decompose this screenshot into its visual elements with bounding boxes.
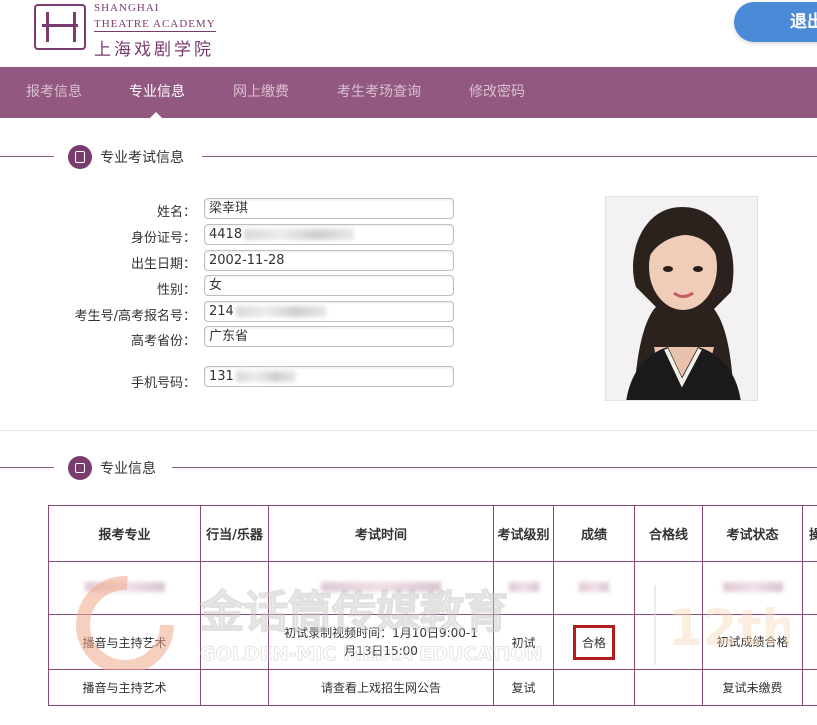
logo-english-line1: SHANGHAI <box>94 2 160 14</box>
id-number-value: 4418 <box>209 227 243 242</box>
label-id-number: 身份证号： <box>130 231 196 246</box>
cell-level <box>493 561 554 615</box>
cell-action[interactable] <box>802 669 817 706</box>
table-row: 播音与主持艺术 请查看上戏招生网公告 复试 复试未缴费 <box>48 669 817 706</box>
cell-score <box>553 669 635 706</box>
cell-instrument <box>200 561 269 615</box>
section-line-right <box>202 156 817 157</box>
section-line-left <box>0 467 54 468</box>
cell-status <box>702 561 803 615</box>
phone-field[interactable]: 131 <box>204 366 454 387</box>
cell-action[interactable] <box>802 614 817 670</box>
candidate-number-field[interactable]: 214 <box>204 301 454 322</box>
label-name: 姓名： <box>156 205 196 220</box>
col-header-exam-status: 考试状态 <box>702 505 803 562</box>
col-header-pass-line: 合格线 <box>634 505 703 562</box>
birth-date-field[interactable]: 2002-11-28 <box>204 250 454 271</box>
gender-value: 女 <box>209 278 223 293</box>
portrait-image <box>606 197 757 400</box>
academy-logo-icon <box>34 4 86 50</box>
major-info-table: 报考专业 行当/乐器 考试时间 考试级别 成绩 合格线 考试状态 操 播音与主持… <box>48 505 817 706</box>
nav-item-registration-info[interactable]: 报考信息 <box>26 67 82 118</box>
name-value: 梁幸琪 <box>209 201 249 216</box>
section-divider <box>0 430 817 431</box>
cell-instrument <box>200 614 269 670</box>
name-field[interactable]: 梁幸琪 <box>204 198 454 219</box>
logo-english-line2: THEATRE ACADEMY <box>94 18 216 32</box>
cell-exam-time <box>268 561 494 615</box>
nav-item-major-info[interactable]: 专业信息 <box>129 67 185 118</box>
section-title-major-info: 专业信息 <box>100 461 156 477</box>
cell-major <box>48 561 201 615</box>
section-line-left <box>0 156 54 157</box>
cell-score <box>553 561 635 615</box>
gender-field[interactable]: 女 <box>204 275 454 296</box>
section-title-exam-info: 专业考试信息 <box>100 150 184 166</box>
academy-logo-text: SHANGHAI THEATRE ACADEMY 上海戏剧学院 <box>94 2 216 60</box>
table-header-row: 报考专业 行当/乐器 考试时间 考试级别 成绩 合格线 考试状态 操 <box>48 505 817 562</box>
col-header-score: 成绩 <box>553 505 635 562</box>
id-card-icon <box>68 145 92 169</box>
candidate-number-value: 214 <box>209 304 234 319</box>
cell-score: 合格 <box>553 614 635 670</box>
province-value: 广东省 <box>209 329 249 344</box>
province-field[interactable]: 广东省 <box>204 326 454 347</box>
nav-item-online-payment[interactable]: 网上缴费 <box>233 67 289 118</box>
cell-pass-line <box>634 561 703 615</box>
nav-item-change-password[interactable]: 修改密码 <box>469 67 525 118</box>
cell-pass-line <box>634 669 703 706</box>
cell-status: 复试未缴费 <box>702 669 803 706</box>
cell-action[interactable] <box>802 561 817 615</box>
col-header-instrument: 行当/乐器 <box>200 505 269 562</box>
cell-level: 复试 <box>493 669 554 706</box>
col-header-major: 报考专业 <box>48 505 201 562</box>
header: SHANGHAI THEATRE ACADEMY 上海戏剧学院 退出 <box>0 0 817 67</box>
table-row: 播音与主持艺术 初试录制视频时间：1月10日9:00-1月13日15:00 初试… <box>48 614 817 670</box>
cell-major: 播音与主持艺术 <box>48 669 201 706</box>
cell-status: 初试成绩合格 <box>702 614 803 670</box>
label-birth-date: 出生日期： <box>130 257 196 272</box>
col-header-exam-time: 考试时间 <box>268 505 494 562</box>
checkbox-icon <box>68 456 92 480</box>
candidate-photo <box>605 196 758 401</box>
phone-value: 131 <box>209 369 234 384</box>
pass-result-highlight: 合格 <box>572 624 615 660</box>
col-header-action: 操 <box>802 505 817 562</box>
cell-exam-time: 初试录制视频时间：1月10日9:00-1月13日15:00 <box>268 614 494 670</box>
label-gender: 性别： <box>156 283 196 298</box>
main-nav: 报考信息 专业信息 网上缴费 考生考场查询 修改密码 <box>0 67 817 118</box>
cell-major: 播音与主持艺术 <box>48 614 201 670</box>
logout-button[interactable]: 退出 <box>734 2 817 42</box>
label-candidate-number: 考生号/高考报名号： <box>74 309 196 324</box>
cell-exam-time: 请查看上戏招生网公告 <box>268 669 494 706</box>
birth-date-value: 2002-11-28 <box>209 253 285 268</box>
logo-chinese: 上海戏剧学院 <box>94 40 214 60</box>
label-phone: 手机号码： <box>130 376 196 391</box>
table-row <box>48 561 817 615</box>
label-province: 高考省份： <box>130 334 196 349</box>
cell-level: 初试 <box>493 614 554 670</box>
nav-item-exam-room-query[interactable]: 考生考场查询 <box>337 67 421 118</box>
active-nav-pointer <box>149 112 163 119</box>
cell-instrument <box>200 669 269 706</box>
id-number-field[interactable]: 4418 <box>204 224 454 245</box>
section-line-right <box>172 467 817 468</box>
col-header-exam-level: 考试级别 <box>493 505 554 562</box>
cell-pass-line <box>634 614 703 670</box>
